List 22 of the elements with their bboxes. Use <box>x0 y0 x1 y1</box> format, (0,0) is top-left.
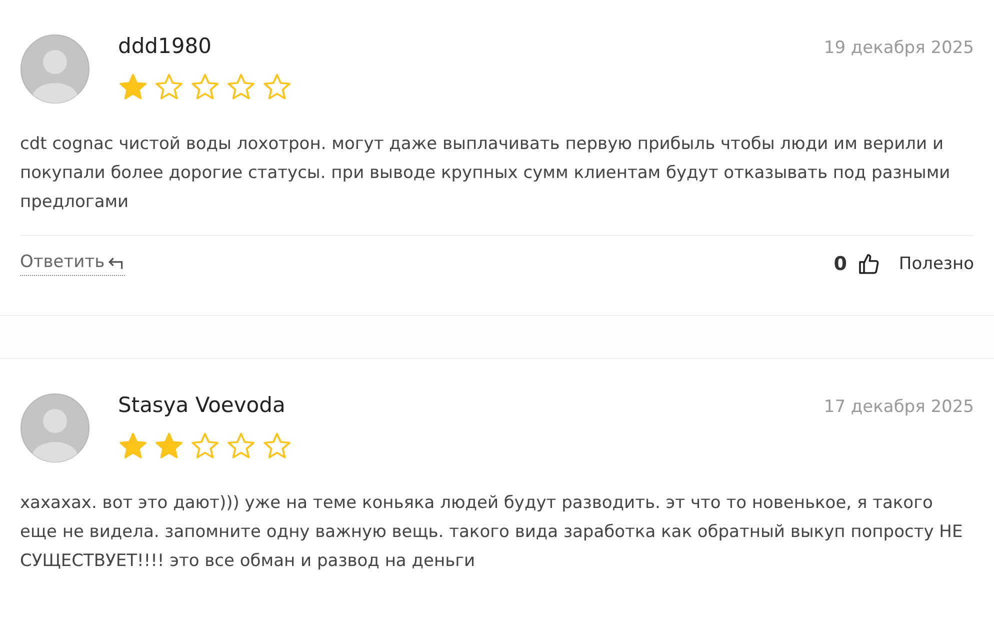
empty-star-icon <box>226 431 256 461</box>
empty-star-icon <box>190 72 220 102</box>
review-text: хахахах. вот это дают))) уже на теме коньяка людей будут разводить. эт что то новенькое, я такого еще не видела. запомните одну важную вещь. такого вида заработка как обратный выкуп попросту НЕ СУЩЕСТВУЕТ!!!! это все обман и развод на деньги <box>20 492 964 573</box>
empty-star-icon <box>190 431 220 461</box>
like-count: 0 <box>834 253 847 275</box>
thumbs-up-icon[interactable] <box>856 252 881 276</box>
empty-star-icon <box>226 72 256 102</box>
filled-star-icon <box>118 72 148 102</box>
review-date: 17 декабря 2025 <box>824 397 974 417</box>
author-name: ddd1980 <box>118 34 212 58</box>
review-date: 19 декабря 2025 <box>824 38 974 58</box>
empty-star-icon <box>262 72 292 102</box>
review-text: cdt cognac чистой воды лохотрон. могут даже выплачивать первую прибыль чтобы люди им верили и покупали более дорогие статусы. при выводе крупных сумм клиентам будут отказывать под разными предлогами <box>20 133 952 214</box>
avatar-icon <box>20 34 90 104</box>
filled-star-icon <box>154 431 184 461</box>
reply-link[interactable]: Ответить <box>20 252 125 276</box>
empty-star-icon <box>262 431 292 461</box>
author-name: Stasya Voevoda <box>118 393 286 417</box>
filled-star-icon <box>118 431 148 461</box>
avatar-icon <box>20 393 90 463</box>
useful-label[interactable]: Полезно <box>898 254 974 274</box>
empty-star-icon <box>154 72 184 102</box>
